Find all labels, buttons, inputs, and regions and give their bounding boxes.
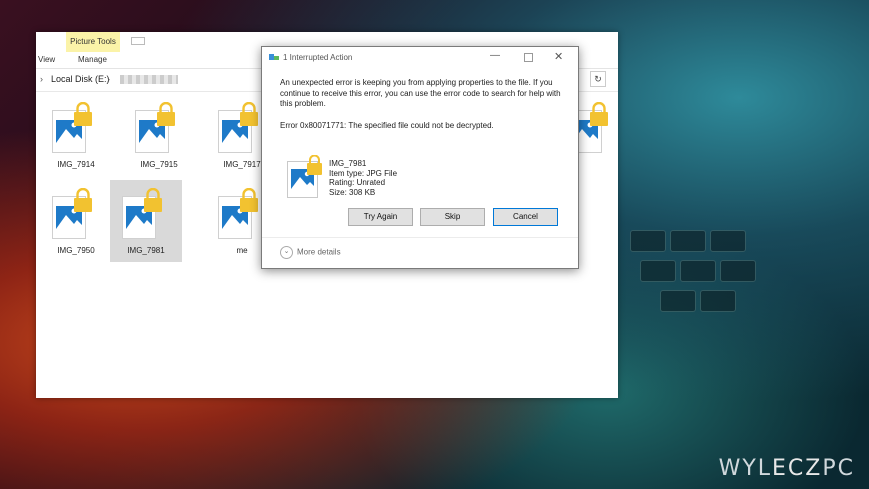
- dialog-titlebar: 1 Interrupted Action — ✕: [262, 47, 578, 67]
- file-name-label: IMG_7915: [140, 160, 178, 169]
- breadcrumb-blurred: [120, 75, 178, 84]
- file-size: Size: 308 KB: [329, 187, 376, 197]
- more-details-label[interactable]: More details: [297, 248, 341, 257]
- encrypted-image-icon: [52, 188, 92, 239]
- encrypted-image-icon: [135, 102, 175, 153]
- file-name-label: IMG_7914: [57, 160, 95, 169]
- encrypted-image-icon: [287, 155, 322, 198]
- watermark-text-end: PC: [822, 456, 855, 481]
- watermark-text-mid: ECZ: [772, 456, 823, 481]
- divider: [262, 237, 578, 238]
- dialog-title: 1 Interrupted Action: [283, 53, 353, 62]
- interrupted-action-dialog: 1 Interrupted Action — ✕ An unexpected e…: [261, 46, 579, 269]
- refresh-button[interactable]: ↻: [590, 71, 606, 87]
- tab-view[interactable]: View: [38, 55, 55, 64]
- more-details-toggle[interactable]: ⌄ More details: [280, 246, 341, 259]
- cancel-button[interactable]: Cancel: [493, 208, 558, 226]
- file-rating: Rating: Unrated: [329, 178, 386, 187]
- minimize-button[interactable]: —: [490, 50, 500, 61]
- chevron-down-icon[interactable]: ⌄: [280, 246, 293, 259]
- error-code: Error 0x80071771: The specified file cou…: [280, 121, 494, 130]
- encrypted-image-icon: [122, 188, 162, 239]
- file-info: IMG_7981 Item type: JPG File Rating: Unr…: [329, 159, 397, 197]
- background-keyboard: [620, 220, 820, 370]
- maximize-button[interactable]: [524, 53, 533, 62]
- tab-manage[interactable]: Manage: [78, 55, 107, 64]
- skip-button[interactable]: Skip: [420, 208, 485, 226]
- watermark: WYLECZPC: [719, 456, 855, 481]
- file-tile[interactable]: IMG_7915: [123, 94, 195, 176]
- try-again-button[interactable]: Try Again: [348, 208, 413, 226]
- chevron-right-icon[interactable]: ›: [40, 74, 43, 84]
- file-name-label: IMG_7950: [57, 246, 95, 255]
- file-tile[interactable]: IMG_7950: [40, 180, 112, 262]
- encrypted-image-icon: [52, 102, 92, 153]
- watermark-text: WYL: [718, 456, 773, 481]
- file-name-label: IMG_7981: [127, 246, 165, 255]
- breadcrumb-local-disk[interactable]: Local Disk (E:): [51, 74, 110, 84]
- close-button[interactable]: ✕: [554, 50, 563, 63]
- error-message: An unexpected error is keeping you from …: [280, 78, 561, 108]
- encrypted-image-icon: [218, 188, 258, 239]
- picture-tools-context-tab: Picture Tools: [66, 32, 120, 52]
- quick-access-icon[interactable]: [131, 37, 145, 45]
- encrypted-image-icon: [218, 102, 258, 153]
- file-tile[interactable]: IMG_7914: [40, 94, 112, 176]
- file-type: Item type: JPG File: [329, 168, 398, 178]
- file-name: IMG_7981: [329, 159, 367, 168]
- file-tile[interactable]: IMG_7981: [110, 180, 182, 262]
- copy-icon: [269, 54, 279, 60]
- chevron-right-icon[interactable]: ›: [107, 74, 110, 84]
